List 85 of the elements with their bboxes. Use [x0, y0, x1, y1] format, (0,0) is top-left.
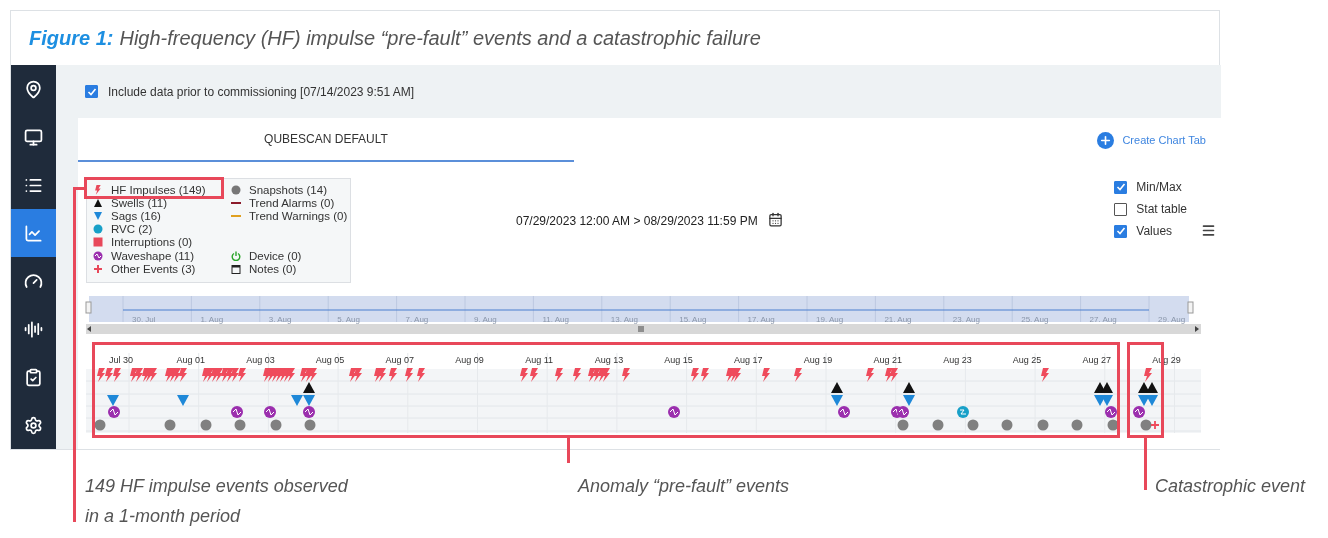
- plus-icon: [1097, 131, 1115, 149]
- scroll-left-icon[interactable]: [87, 326, 91, 332]
- wave-circle-icon: [93, 250, 103, 261]
- legend-label: Waveshape (11): [111, 249, 195, 262]
- calendar-icon[interactable]: [767, 212, 783, 227]
- navigator-label: 25. Aug: [1021, 315, 1049, 324]
- circle-icon: [93, 224, 103, 235]
- menu-icon[interactable]: [1201, 223, 1216, 238]
- grip-icon[interactable]: [638, 325, 644, 333]
- down-triangle-icon: [93, 210, 103, 221]
- navigator-label: 21. Aug: [884, 315, 912, 324]
- square-icon: [93, 237, 103, 248]
- axis-label: Aug 17: [734, 355, 763, 365]
- circle-icon: [231, 184, 241, 195]
- navigator-label: 1. Aug: [200, 315, 224, 324]
- axis-label: Aug 25: [1012, 355, 1042, 365]
- axis-label: Aug 07: [385, 355, 415, 365]
- chart-tab[interactable]: QUBESCAN DEFAULT: [78, 118, 574, 162]
- navigator-label: 15. Aug: [679, 315, 707, 324]
- legend-label: Swells (11): [111, 196, 168, 209]
- navigator-label: 9. Aug: [474, 315, 497, 324]
- figure-title: Figure 1: High-frequency (HF) impulse “pre-fault” events and a catastrophic failure: [28, 25, 762, 51]
- leader-line: [567, 438, 570, 463]
- clipboard-check-icon: [24, 367, 43, 387]
- scrollbar[interactable]: [86, 324, 1201, 334]
- caption: Anomaly “pre-fault” events: [578, 475, 791, 498]
- checkbox-label: Min/Max: [1136, 180, 1182, 194]
- rvc-marker-drawing: [957, 406, 969, 418]
- caption: 149 HF impulse events observed in a 1-month period: [85, 475, 349, 528]
- legend-label: Trend Warnings (0): [249, 209, 348, 222]
- legend-label: RVC (2): [111, 223, 153, 236]
- settings-icon: [24, 415, 43, 435]
- waveform-icon: [24, 319, 43, 339]
- range-handle[interactable]: [1187, 301, 1194, 314]
- legend-label: Notes (0): [249, 263, 297, 276]
- up-triangle-icon: [93, 197, 103, 208]
- navigator-label: 11. Aug: [542, 315, 569, 324]
- axis-label: Aug 09: [455, 355, 484, 365]
- lightning-icon: [93, 184, 103, 195]
- axis-label: Aug 27: [1082, 355, 1112, 365]
- axis-label: Aug 21: [873, 355, 902, 365]
- scroll-right-icon[interactable]: [1195, 326, 1199, 332]
- axis-label: Aug 03: [246, 355, 275, 365]
- checkbox[interactable]: [1114, 224, 1128, 238]
- navigator-label: 13. Aug: [610, 315, 638, 324]
- legend-label: Snapshots (14): [249, 183, 327, 196]
- gauge-icon: [24, 271, 43, 291]
- checkbox[interactable]: [1114, 202, 1128, 216]
- navigator-label: 3. Aug: [268, 315, 292, 324]
- legend-label: Sags (16): [111, 209, 161, 222]
- navigator-label: 23. Aug: [952, 315, 980, 324]
- monitor-icon: [24, 127, 43, 147]
- checkbox-label: Stat table: [1136, 202, 1187, 216]
- leader-line: [1144, 438, 1147, 490]
- checkbox[interactable]: [1114, 180, 1128, 194]
- range-handle[interactable]: [85, 301, 92, 314]
- axis-label: Aug 05: [315, 355, 345, 365]
- checkbox-label: Values: [1136, 224, 1173, 238]
- calendar-icon: [231, 264, 241, 275]
- legend-label: Device (0): [249, 250, 302, 263]
- date-range: 07/29/2023 12:00 AM > 08/29/2023 11:59 PM: [516, 214, 758, 228]
- legend-label: Trend Alarms (0): [249, 196, 335, 209]
- navigator-label: 19. Aug: [816, 315, 844, 324]
- plus-icon: [93, 263, 103, 274]
- location-pin-icon: [24, 79, 43, 99]
- plus-marker-icon: [1150, 420, 1160, 430]
- legend-label: Other Events (3): [111, 262, 196, 275]
- create-chart-tab-link[interactable]: Create Chart Tab: [1097, 131, 1206, 149]
- axis-label: Aug 23: [943, 355, 972, 365]
- navigator-label: 17. Aug: [747, 315, 775, 324]
- checkbox-label: Include data prior to commissioning [07/14/2023 9:51 AM]: [108, 84, 415, 99]
- power-icon: [231, 251, 241, 262]
- axis-label: Jul 30: [109, 355, 133, 365]
- axis-label: Aug 11: [525, 355, 554, 365]
- axis-label: Aug 01: [176, 355, 205, 365]
- caption: Catastrophic event: [1155, 475, 1307, 498]
- navigator-label: 5. Aug: [337, 315, 360, 324]
- axis-label: Aug 19: [803, 355, 833, 365]
- legend-label: Interruptions (0): [111, 236, 193, 249]
- legend-label: HF Impulses (149): [111, 183, 206, 196]
- line-chart-icon: [24, 223, 43, 243]
- axis-label: Aug 13: [594, 355, 624, 365]
- checkbox[interactable]: [85, 85, 98, 98]
- navigator-label: 27. Aug: [1089, 315, 1117, 324]
- axis-label: Aug 15: [664, 355, 693, 365]
